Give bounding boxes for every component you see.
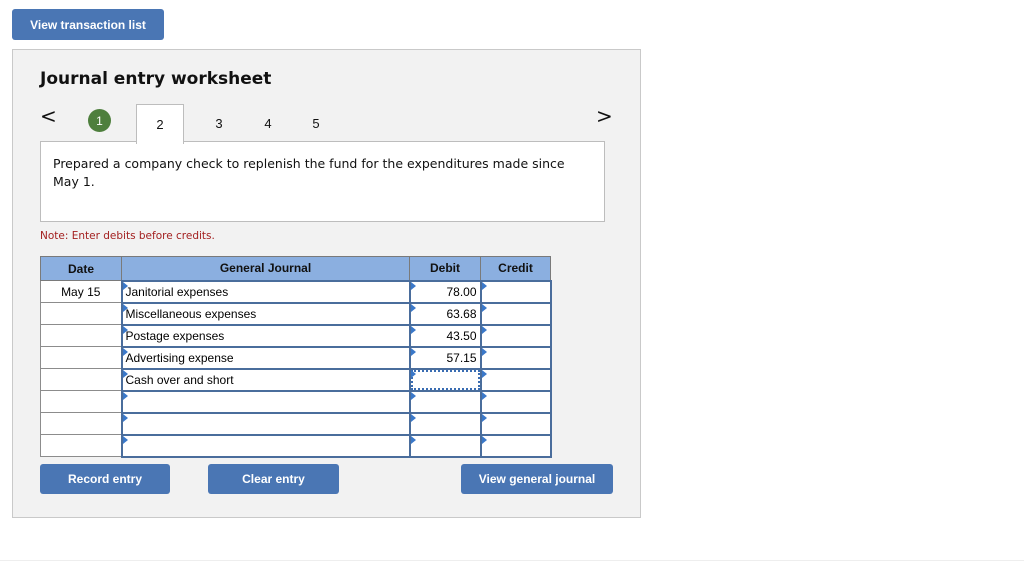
- date-header: Date: [40, 256, 122, 281]
- journal-row: Cash over and short: [40, 367, 552, 392]
- account-cell[interactable]: Advertising expense: [120, 345, 411, 370]
- journal-row: [40, 433, 552, 458]
- transaction-description: Prepared a company check to replenish th…: [40, 141, 605, 222]
- dropdown-marker-icon: [481, 325, 487, 334]
- credit-cell[interactable]: [479, 301, 552, 326]
- date-cell[interactable]: [40, 324, 122, 347]
- dropdown-marker-icon: [481, 347, 487, 356]
- account-cell-value: Postage expenses: [125, 328, 225, 343]
- debit-cell-value: 57.15: [446, 350, 477, 365]
- account-cell[interactable]: Cash over and short: [120, 367, 411, 392]
- dropdown-marker-icon: [122, 391, 128, 400]
- step-1-tab[interactable]: 1: [88, 109, 111, 132]
- date-cell[interactable]: [40, 302, 122, 325]
- date-cell-value: May 15: [61, 284, 101, 299]
- account-cell-value: Miscellaneous expenses: [125, 306, 257, 321]
- journal-row: [40, 389, 552, 414]
- journal-row: [40, 411, 552, 436]
- journal-table: Date General Journal Debit Credit May 15…: [40, 256, 552, 458]
- step-4-tab[interactable]: 4: [258, 104, 278, 142]
- debit-cell[interactable]: 63.68: [408, 301, 482, 326]
- dropdown-marker-icon: [481, 391, 487, 400]
- step-5-tab[interactable]: 5: [306, 104, 326, 142]
- view-general-journal-button[interactable]: View general journal: [461, 464, 613, 494]
- journal-row: Advertising expense 57.15: [40, 345, 552, 370]
- dropdown-marker-icon: [122, 303, 128, 312]
- debit-cell[interactable]: 43.50: [408, 323, 482, 348]
- journal-row: Miscellaneous expenses 63.68: [40, 301, 552, 326]
- dropdown-marker-icon: [410, 347, 416, 356]
- debit-cell[interactable]: [408, 433, 482, 458]
- date-cell[interactable]: [40, 390, 122, 413]
- dropdown-marker-icon: [481, 435, 487, 444]
- credit-cell[interactable]: [479, 389, 552, 414]
- journal-row: May 15 Janitorial expenses 78.00: [40, 279, 552, 304]
- credit-cell[interactable]: [479, 323, 552, 348]
- debit-cell[interactable]: [408, 389, 482, 414]
- journal-entry-worksheet-panel: Journal entry worksheet < 1 2 3 4 5 > Pr…: [12, 49, 641, 518]
- account-cell[interactable]: Janitorial expenses: [120, 279, 411, 304]
- account-header: General Journal: [121, 256, 410, 281]
- debit-cell-value: 43.50: [446, 328, 477, 343]
- dropdown-marker-icon: [481, 303, 487, 312]
- dropdown-marker-icon: [122, 281, 128, 290]
- date-cell[interactable]: [40, 412, 122, 435]
- debit-cell[interactable]: [408, 367, 482, 392]
- debit-header: Debit: [409, 256, 481, 281]
- dropdown-marker-icon: [410, 325, 416, 334]
- worksheet-title: Journal entry worksheet: [40, 69, 272, 89]
- credit-cell[interactable]: [479, 367, 552, 392]
- date-cell[interactable]: [40, 346, 122, 369]
- dropdown-marker-icon: [122, 325, 128, 334]
- step-2-tab[interactable]: 2: [136, 104, 184, 144]
- account-cell-value: Advertising expense: [125, 350, 234, 365]
- account-cell-value: Janitorial expenses: [125, 284, 229, 299]
- account-cell-value: Cash over and short: [125, 372, 234, 387]
- dropdown-marker-icon: [410, 303, 416, 312]
- account-cell[interactable]: Postage expenses: [120, 323, 411, 348]
- dropdown-marker-icon: [122, 435, 128, 444]
- account-cell[interactable]: [120, 411, 411, 436]
- dropdown-marker-icon: [410, 369, 416, 378]
- credit-cell[interactable]: [479, 433, 552, 458]
- dropdown-marker-icon: [410, 435, 416, 444]
- record-entry-button[interactable]: Record entry: [40, 464, 170, 494]
- dropdown-marker-icon: [122, 347, 128, 356]
- dropdown-marker-icon: [481, 281, 487, 290]
- dropdown-marker-icon: [481, 413, 487, 422]
- account-cell[interactable]: [120, 433, 411, 458]
- chevron-left-icon[interactable]: <: [40, 106, 57, 126]
- credit-cell[interactable]: [479, 345, 552, 370]
- step-3-tab[interactable]: 3: [209, 104, 229, 142]
- debit-cell-value: 78.00: [446, 284, 477, 299]
- chevron-right-icon[interactable]: >: [596, 106, 613, 126]
- view-transaction-list-button[interactable]: View transaction list: [12, 9, 164, 40]
- debit-cell[interactable]: [408, 411, 482, 436]
- dropdown-marker-icon: [122, 369, 128, 378]
- account-cell[interactable]: [120, 389, 411, 414]
- note-text: Note: Enter debits before credits.: [40, 230, 215, 242]
- date-cell[interactable]: [40, 368, 122, 391]
- debit-cell-value: 63.68: [446, 306, 477, 321]
- credit-header: Credit: [480, 256, 551, 281]
- debit-cell[interactable]: 78.00: [408, 279, 482, 304]
- date-cell[interactable]: [40, 434, 122, 457]
- journal-row: Postage expenses 43.50: [40, 323, 552, 348]
- credit-cell[interactable]: [479, 279, 552, 304]
- clear-entry-button[interactable]: Clear entry: [208, 464, 339, 494]
- dropdown-marker-icon: [410, 281, 416, 290]
- date-cell: May 15: [40, 280, 122, 303]
- dropdown-marker-icon: [410, 391, 416, 400]
- dropdown-marker-icon: [122, 413, 128, 422]
- dropdown-marker-icon: [410, 413, 416, 422]
- debit-cell[interactable]: 57.15: [408, 345, 482, 370]
- account-cell[interactable]: Miscellaneous expenses: [120, 301, 411, 326]
- credit-cell[interactable]: [479, 411, 552, 436]
- footer-divider: [0, 560, 1024, 561]
- dropdown-marker-icon: [481, 369, 487, 378]
